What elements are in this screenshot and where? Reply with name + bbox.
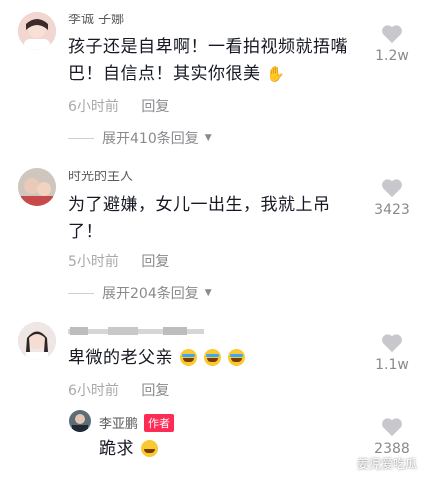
avatar[interactable] <box>18 168 56 206</box>
avatar-image <box>69 410 91 432</box>
comment-username[interactable]: 李诚 子娜 <box>68 14 188 26</box>
comment-meta: 6小时前 回复 <box>68 380 169 400</box>
grin-emoji-icon <box>140 440 158 457</box>
reply-username-row: 李亚鹏 作者 <box>99 413 175 432</box>
like-button[interactable]: 2388 <box>367 417 417 457</box>
reply-button[interactable]: 回复 <box>141 383 169 399</box>
comment-username[interactable]: 时光的主人 <box>68 171 188 183</box>
comment-text: 孩子还是自卑啊！一看拍视频就捂嘴巴！自信点！其实你很美 ✋ <box>68 34 358 88</box>
like-button[interactable]: 3423 <box>367 178 417 218</box>
avatar-image <box>18 12 56 50</box>
heart-icon <box>382 334 402 353</box>
avatar[interactable] <box>18 322 56 360</box>
avatar-image <box>18 322 56 360</box>
comment-text: 卑微的老父亲 <box>68 345 328 372</box>
like-count: 1.2w <box>375 48 409 64</box>
comment-time: 5小时前 <box>68 254 119 270</box>
laugh-cry-emoji-icon <box>203 349 221 366</box>
expand-replies-button[interactable]: 展开204条回复 ▼ <box>68 283 212 303</box>
expand-replies-label: 展开204条回复 <box>102 286 199 302</box>
like-button[interactable]: 1.2w <box>367 24 417 64</box>
redacted-name-bar <box>68 327 204 335</box>
divider-line <box>68 137 94 139</box>
expand-replies-button[interactable]: 展开410条回复 ▼ <box>68 128 212 148</box>
reply-text: 跪求 <box>99 436 299 463</box>
laugh-cry-emoji-icon <box>227 349 245 366</box>
divider-line <box>68 292 94 294</box>
comment-time: 6小时前 <box>68 99 119 115</box>
heart-icon <box>382 179 402 198</box>
like-count: 3423 <box>374 202 410 218</box>
comment-text-content: 孩子还是自卑啊！一看拍视频就捂嘴巴！自信点！其实你很美 <box>68 37 348 84</box>
chevron-down-icon: ▼ <box>204 288 212 298</box>
praying-hands-emoji-icon: ✋ <box>266 65 286 83</box>
reply-username[interactable]: 李亚鹏 <box>99 417 138 432</box>
reply-button[interactable]: 回复 <box>141 99 169 115</box>
comment-username-redacted[interactable] <box>68 325 204 337</box>
heart-icon <box>382 418 402 437</box>
comment-meta: 6小时前 回复 <box>68 96 169 116</box>
like-button[interactable]: 1.1w <box>367 333 417 373</box>
avatar[interactable] <box>18 12 56 50</box>
watermark: 姜児爱吃瓜 <box>356 457 417 471</box>
reply-button[interactable]: 回复 <box>141 254 169 270</box>
reply-text-content: 跪求 <box>99 439 134 459</box>
laugh-cry-emoji-icon <box>179 349 197 366</box>
chevron-down-icon: ▼ <box>204 133 212 143</box>
avatar[interactable] <box>69 410 91 432</box>
comment-text-content: 卑微的老父亲 <box>68 348 173 368</box>
avatar-image <box>18 168 56 206</box>
heart-icon <box>382 25 402 44</box>
comment-meta: 5小时前 回复 <box>68 251 169 271</box>
like-count: 1.1w <box>375 357 409 373</box>
comment-time: 6小时前 <box>68 383 119 399</box>
author-badge: 作者 <box>144 414 175 432</box>
comment-text: 为了避嫌，女儿一出生，我就上吊了！ <box>68 195 331 242</box>
expand-replies-label: 展开410条回复 <box>102 131 199 147</box>
